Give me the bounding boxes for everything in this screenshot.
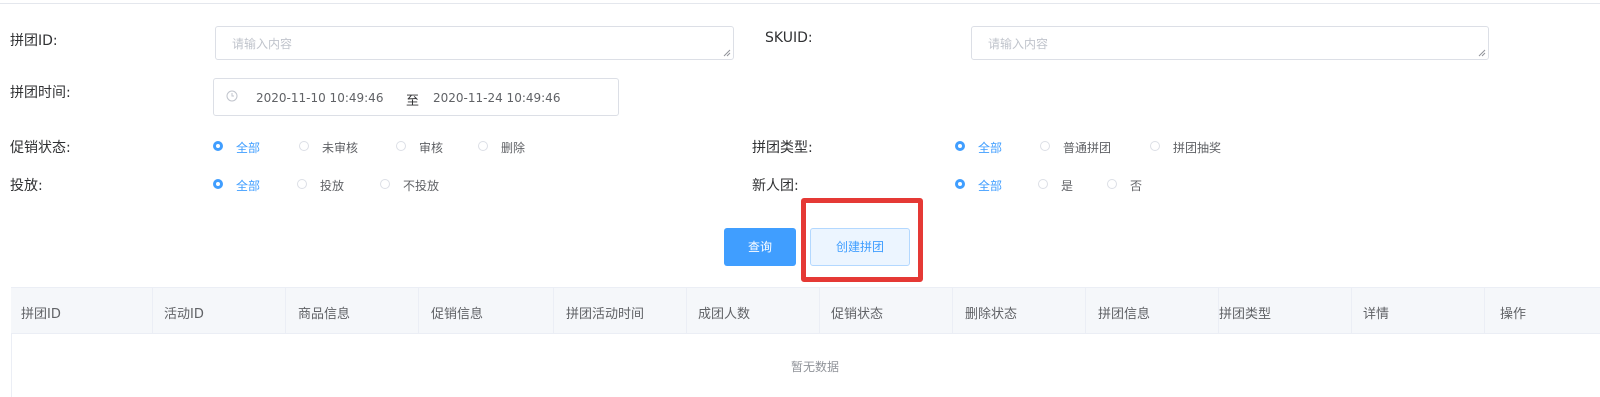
column-header-details[interactable]: 详情 — [1363, 303, 1389, 322]
column-header-group-info[interactable]: 拼团信息 — [1098, 303, 1150, 322]
skuid-placeholder: 请输入内容 — [988, 37, 1049, 51]
radio-label: 是 — [1061, 179, 1074, 193]
column-header-promo-info[interactable]: 促销信息 — [431, 303, 483, 322]
create-group-button[interactable]: 创建拼团 — [810, 228, 910, 266]
column-header-promo-status[interactable]: 促销状态 — [831, 303, 883, 322]
column-divider — [1484, 288, 1485, 334]
radio-dot-icon — [1038, 179, 1048, 189]
column-divider — [952, 288, 953, 334]
radio-dot-icon — [299, 141, 309, 151]
new-user-group-label: 新人团: — [752, 178, 799, 194]
column-divider — [285, 288, 286, 334]
column-divider — [819, 288, 820, 334]
column-header-product-info[interactable]: 商品信息 — [298, 303, 350, 322]
radio-dot-icon — [1107, 179, 1117, 189]
radio-dot-icon — [955, 179, 965, 189]
column-header-group-id[interactable]: 拼团ID — [21, 303, 61, 322]
delivery-label: 投放: — [10, 178, 43, 194]
column-divider — [418, 288, 419, 334]
column-header-group-activity-time[interactable]: 拼团活动时间 — [566, 303, 644, 322]
column-divider — [1351, 288, 1352, 334]
group-time-range-picker[interactable]: 2020-11-10 10:49:46 至 2020-11-24 10:49:4… — [213, 78, 619, 116]
column-divider — [152, 288, 153, 334]
skuid-label: SKUID: — [765, 30, 813, 46]
query-button[interactable]: 查询 — [724, 228, 796, 266]
column-header-group-size[interactable]: 成团人数 — [698, 303, 750, 322]
skuid-input[interactable]: 请输入内容 — [971, 26, 1489, 60]
column-header-actions[interactable]: 操作 — [1500, 303, 1526, 322]
column-divider — [1085, 288, 1086, 334]
start-date[interactable]: 2020-11-10 10:49:46 — [256, 91, 383, 105]
group-id-input[interactable]: 请输入内容 — [215, 26, 734, 60]
group-time-label: 拼团时间: — [10, 85, 71, 101]
range-separator: 至 — [406, 94, 420, 109]
radio-dot-icon — [1150, 141, 1160, 151]
table-header: 拼团ID 活动ID 商品信息 促销信息 拼团活动时间 成团人数 促销状态 删除状… — [11, 287, 1600, 334]
end-date[interactable]: 2020-11-24 10:49:46 — [433, 91, 560, 105]
radio-dot-icon — [396, 141, 406, 151]
radio-label: 全部 — [236, 141, 261, 155]
radio-label: 审核 — [419, 141, 444, 155]
radio-label: 删除 — [501, 141, 526, 155]
empty-state-text: 暂无数据 — [791, 360, 840, 374]
radio-label: 全部 — [978, 141, 1003, 155]
table-body: 暂无数据 — [11, 334, 1600, 397]
resize-grip-icon[interactable] — [1478, 49, 1486, 57]
resize-grip-icon[interactable] — [723, 49, 731, 57]
radio-label: 投放 — [320, 179, 345, 193]
column-header-group-type[interactable]: 拼团类型 — [1219, 303, 1271, 322]
radio-dot-icon — [478, 141, 488, 151]
radio-label: 不投放 — [403, 179, 440, 193]
radio-dot-icon — [213, 179, 223, 189]
radio-dot-icon — [1040, 141, 1050, 151]
radio-label: 全部 — [978, 179, 1003, 193]
radio-dot-icon — [380, 179, 390, 189]
radio-label: 未审核 — [322, 141, 359, 155]
radio-label: 普通拼团 — [1063, 141, 1112, 155]
group-type-label: 拼团类型: — [752, 140, 813, 156]
radio-label: 拼团抽奖 — [1173, 141, 1222, 155]
group-id-label: 拼团ID: — [10, 33, 58, 49]
column-divider — [686, 288, 687, 334]
column-header-activity-id[interactable]: 活动ID — [164, 303, 204, 322]
clock-icon — [226, 90, 238, 102]
promo-status-label: 促销状态: — [10, 140, 71, 156]
group-id-placeholder: 请输入内容 — [232, 37, 293, 51]
top-divider — [0, 3, 1600, 4]
radio-dot-icon — [213, 141, 223, 151]
column-divider — [553, 288, 554, 334]
radio-dot-icon — [297, 179, 307, 189]
radio-label: 全部 — [236, 179, 261, 193]
radio-label: 否 — [1130, 179, 1143, 193]
radio-dot-icon — [955, 141, 965, 151]
column-header-delete-status[interactable]: 删除状态 — [965, 303, 1017, 322]
